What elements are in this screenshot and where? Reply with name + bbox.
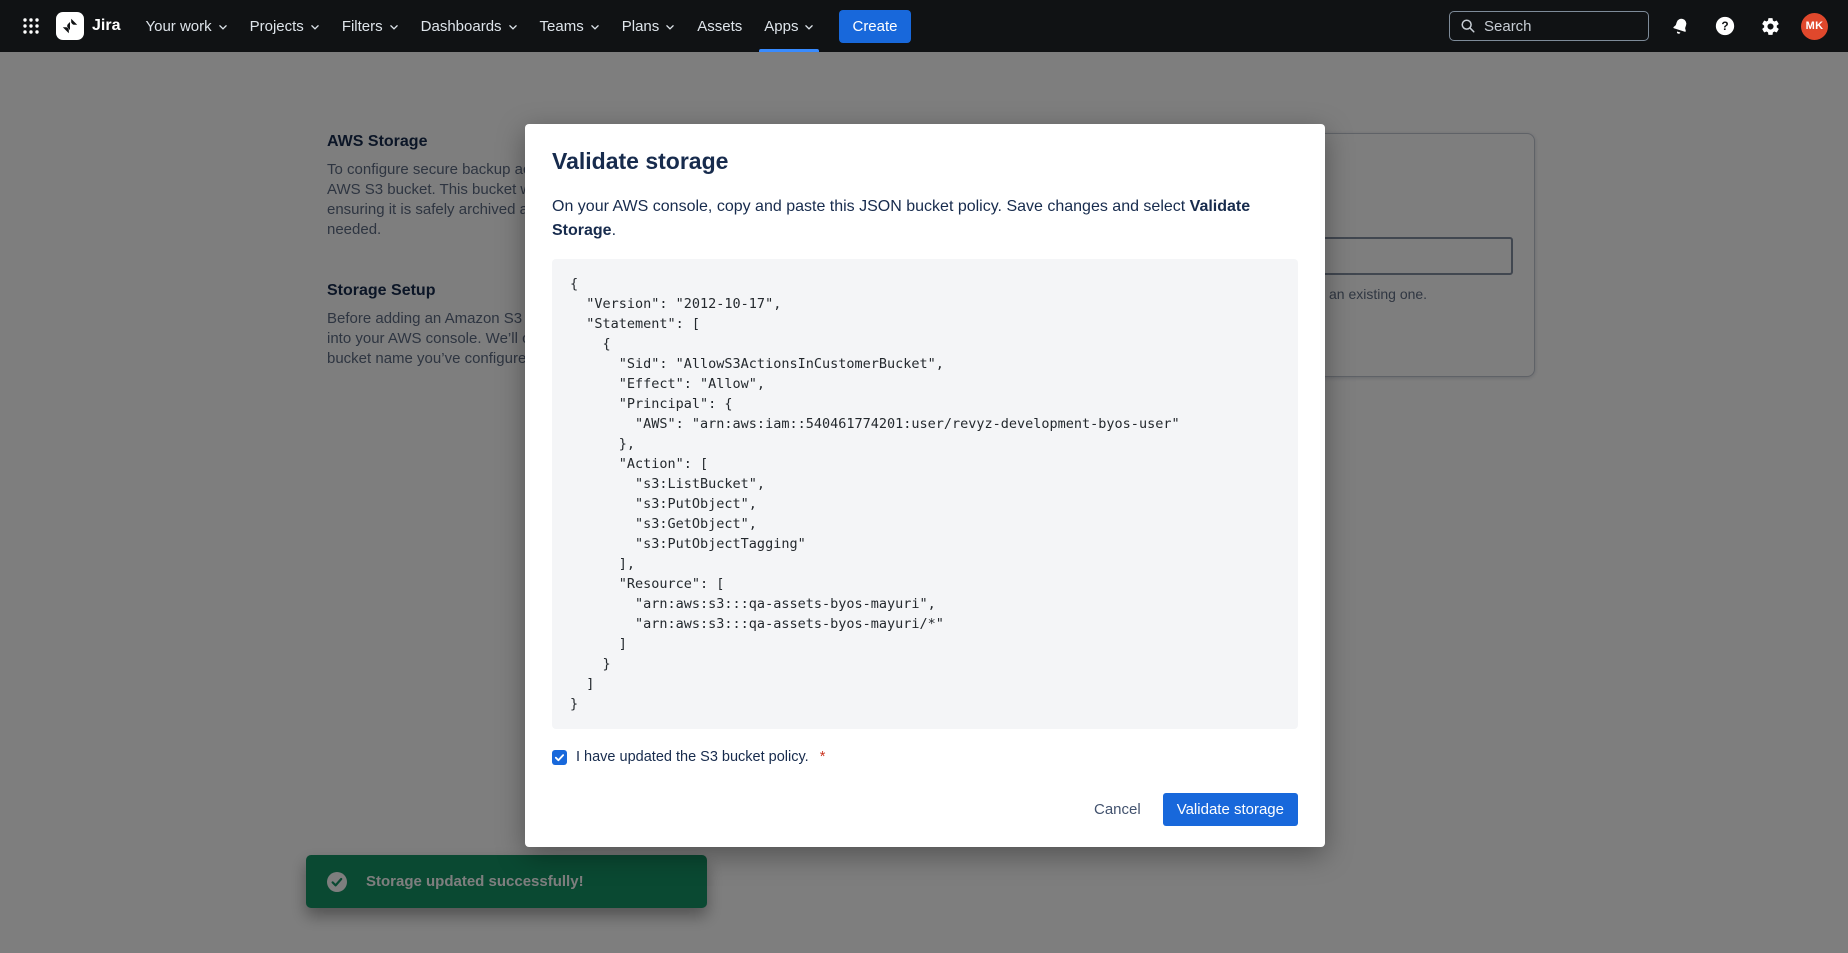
checkbox-label: I have updated the S3 bucket policy. [576, 749, 809, 765]
nav-item-label: Teams [540, 18, 584, 35]
dialog-description: On your AWS console, copy and paste this… [552, 195, 1298, 243]
search-input[interactable] [1484, 18, 1638, 35]
policy-updated-checkbox-row[interactable]: I have updated the S3 bucket policy. * [552, 749, 1298, 765]
nav-items: Your work Projects Filters Dashboards Te… [134, 0, 825, 52]
bell-icon [1670, 16, 1691, 37]
dialog-description-text: On your AWS console, copy and paste this… [552, 198, 1190, 215]
checkmark-icon [554, 752, 565, 763]
nav-item-dashboards[interactable]: Dashboards [410, 0, 529, 52]
nav-item-label: Projects [250, 18, 304, 35]
question-circle-icon: ? [1714, 15, 1736, 37]
nav-item-label: Assets [697, 18, 742, 35]
settings-button[interactable] [1756, 12, 1784, 40]
json-bucket-policy: { "Version": "2012-10-17", "Statement": … [552, 259, 1298, 729]
grid-icon [22, 17, 40, 35]
top-navbar: Jira Your work Projects Filters Dashboar… [0, 0, 1848, 52]
help-button[interactable]: ? [1711, 12, 1739, 40]
nav-item-teams[interactable]: Teams [529, 0, 611, 52]
jira-logo-icon [56, 12, 84, 40]
chevron-down-icon [804, 22, 814, 32]
chevron-down-icon [665, 22, 675, 32]
nav-item-label: Apps [764, 18, 798, 35]
brand-name: Jira [92, 17, 120, 35]
nav-item-assets[interactable]: Assets [686, 0, 753, 52]
policy-updated-checkbox[interactable] [552, 750, 567, 765]
dialog-footer: Cancel Validate storage [552, 793, 1298, 826]
dialog-description-period: . [612, 222, 616, 239]
nav-item-projects[interactable]: Projects [239, 0, 331, 52]
navbar-left: Jira Your work Projects Filters Dashboar… [14, 0, 911, 52]
global-search[interactable] [1449, 11, 1649, 41]
notifications-button[interactable] [1666, 12, 1694, 40]
nav-item-label: Dashboards [421, 18, 502, 35]
nav-item-label: Plans [622, 18, 660, 35]
validate-storage-dialog: Validate storage On your AWS console, co… [525, 124, 1325, 847]
nav-item-label: Your work [145, 18, 211, 35]
nav-item-filters[interactable]: Filters [331, 0, 410, 52]
navbar-right: ? MK [1449, 11, 1828, 41]
search-icon [1460, 18, 1476, 34]
chevron-down-icon [389, 22, 399, 32]
chevron-down-icon [310, 22, 320, 32]
chevron-down-icon [218, 22, 228, 32]
create-button[interactable]: Create [839, 10, 910, 43]
page: AWS Storage To configure secure backup a… [0, 0, 1848, 953]
nav-item-label: Filters [342, 18, 383, 35]
cancel-button[interactable]: Cancel [1080, 793, 1155, 826]
nav-item-your-work[interactable]: Your work [134, 0, 238, 52]
required-indicator: * [820, 749, 826, 765]
svg-text:?: ? [1721, 19, 1728, 33]
chevron-down-icon [508, 22, 518, 32]
app-switcher-button[interactable] [14, 9, 48, 43]
jira-home-link[interactable]: Jira [56, 12, 120, 40]
chevron-down-icon [590, 22, 600, 32]
nav-item-plans[interactable]: Plans [611, 0, 687, 52]
nav-item-apps[interactable]: Apps [753, 0, 825, 52]
dialog-title: Validate storage [552, 148, 1298, 175]
validate-storage-button[interactable]: Validate storage [1163, 793, 1298, 826]
gear-icon [1760, 16, 1781, 37]
user-avatar[interactable]: MK [1801, 13, 1828, 40]
